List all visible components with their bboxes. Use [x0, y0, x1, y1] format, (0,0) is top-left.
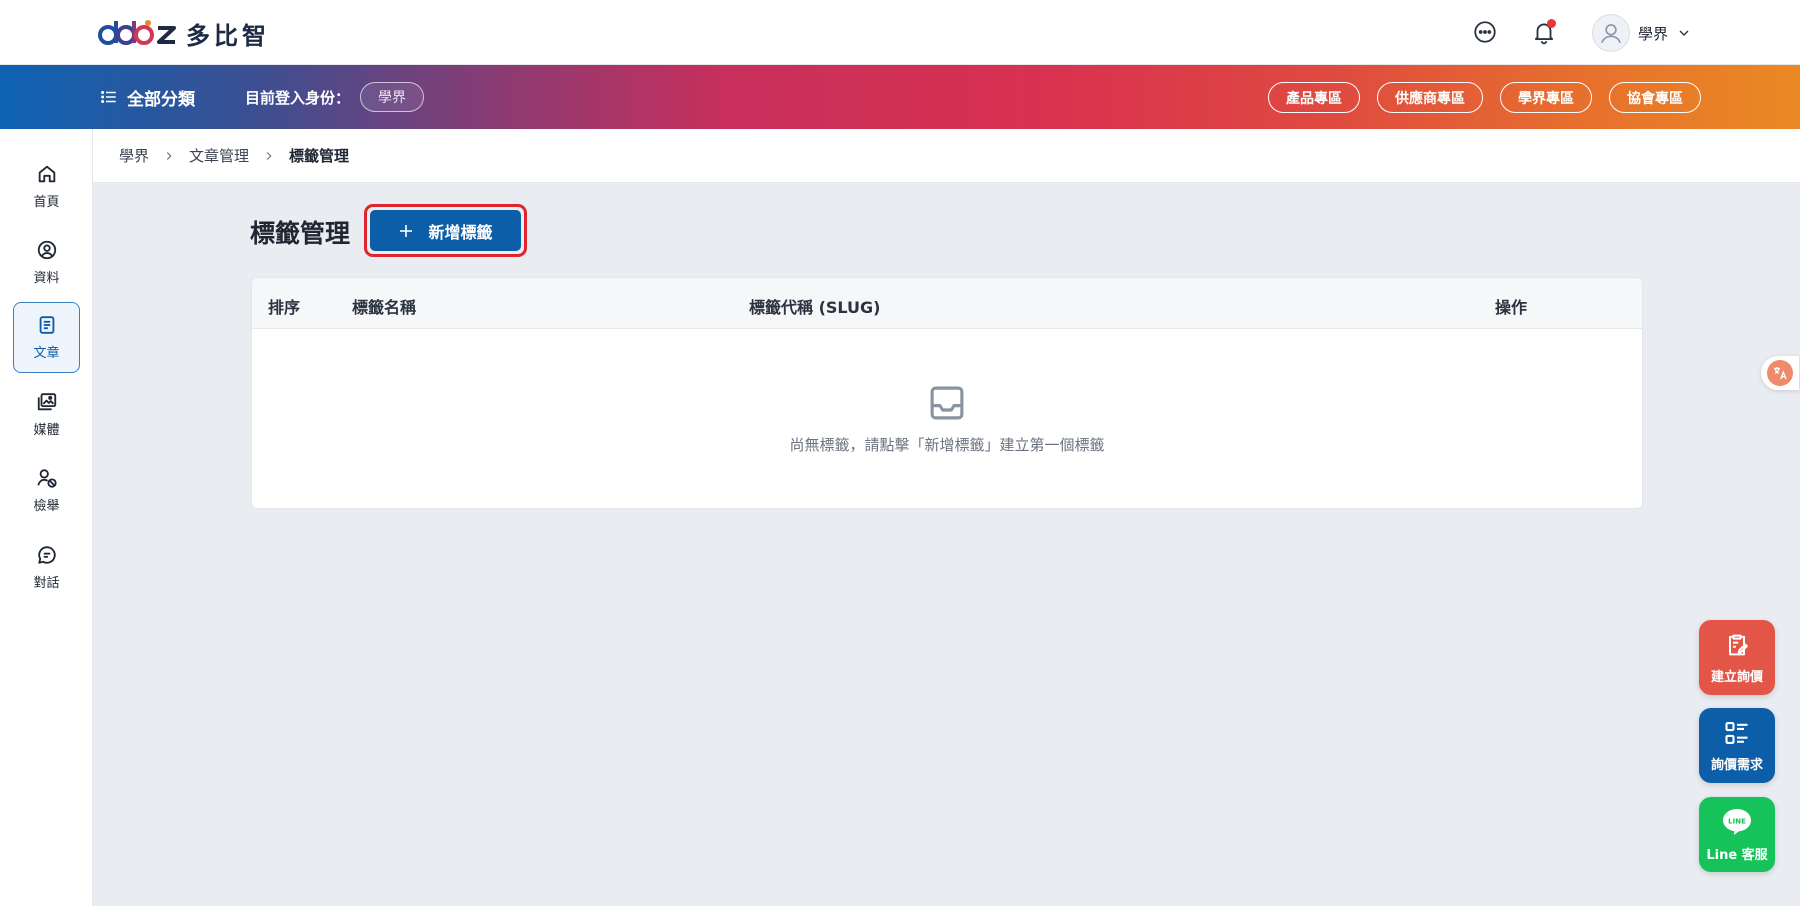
column-header-actions: 操作 [1495, 298, 1528, 317]
breadcrumb: 學界 文章管理 標籤管理 [93, 129, 1800, 183]
inquiry-needs-label: 詢價需求 [1710, 757, 1763, 773]
sidebar: 首頁 資料 文章 媒體 檢舉 對話 [0, 129, 93, 906]
sidebar-item-media[interactable]: 媒體 [13, 379, 80, 450]
home-icon [38, 165, 55, 183]
empty-state: 尚無標籤，請點擊「新增標籤」建立第一個標籤 [252, 382, 1642, 455]
inbox-icon [930, 386, 964, 420]
translate-button[interactable] [1761, 356, 1799, 390]
all-categories-label: 全部分類 [127, 89, 195, 110]
sidebar-item-label: 文章 [33, 346, 60, 361]
notification-dot [1547, 19, 1556, 28]
all-categories-button[interactable]: 全部分類 [100, 85, 195, 110]
sidebar-item-articles[interactable]: 文章 [13, 302, 80, 373]
user-avatar-icon [1601, 24, 1621, 44]
sidebar-item-profile[interactable]: 資料 [13, 227, 80, 298]
role-badge: 學界 [360, 82, 425, 112]
sidebar-item-label: 首頁 [33, 195, 60, 210]
line-support-button[interactable]: LINE Line 客服 [1699, 797, 1775, 872]
notifications-button[interactable] [1530, 18, 1558, 46]
zone-associations-button[interactable]: 協會專區 [1609, 82, 1701, 113]
column-header-slug: 標籤代稱 (SLUG) [749, 298, 881, 317]
add-tag-button-highlight: 新增標籤 [364, 204, 527, 257]
zone-products-button[interactable]: 產品專區 [1268, 82, 1360, 113]
user-block-icon [36, 469, 57, 488]
tags-table: 排序 標籤名稱 標籤代稱 (SLUG) 操作 尚無標籤，請點擊「新增標籤」建立第… [251, 277, 1643, 509]
messages-button[interactable] [1471, 18, 1499, 46]
zone-academia-button[interactable]: 學界專區 [1500, 82, 1592, 113]
sidebar-item-reports[interactable]: 檢舉 [13, 455, 80, 526]
empty-state-text: 尚無標籤，請點擊「新增標籤」建立第一個標籤 [789, 436, 1105, 454]
zone-suppliers-button[interactable]: 供應商專區 [1377, 82, 1483, 113]
category-nav-bar: 全部分類 目前登入身份： 學界 產品專區 供應商專區 學界專區 協會專區 [0, 65, 1800, 129]
list-menu-icon [101, 91, 116, 103]
svg-text:LINE: LINE [1728, 817, 1746, 825]
chat-bubble-icon [1474, 21, 1496, 43]
inquiry-needs-button[interactable]: 詢價需求 [1699, 708, 1775, 783]
table-header: 排序 標籤名稱 標籤代稱 (SLUG) 操作 [252, 278, 1642, 329]
chevron-down-icon [1679, 30, 1689, 36]
top-header: 多比智 學界 [0, 0, 1800, 65]
sidebar-item-conversations[interactable]: 對話 [13, 532, 80, 603]
sidebar-item-home[interactable]: 首頁 [13, 151, 80, 222]
line-chat-icon: LINE [1723, 808, 1751, 835]
line-support-label: Line 客服 [1706, 847, 1768, 863]
user-name: 學界 [1638, 24, 1669, 43]
clipboard-edit-icon [1729, 634, 1748, 655]
sidebar-item-label: 媒體 [33, 423, 60, 438]
login-identity-label: 目前登入身份： [245, 88, 351, 107]
user-menu[interactable]: 學界 [1592, 14, 1692, 52]
user-circle-icon [37, 240, 56, 260]
chevron-right-icon [262, 149, 276, 163]
images-icon [37, 393, 56, 411]
logo-mark-icon [98, 17, 176, 49]
chevron-right-icon [162, 149, 176, 163]
document-icon [39, 316, 54, 334]
sidebar-item-label: 對話 [33, 576, 60, 591]
translate-icon [1767, 360, 1793, 386]
logo[interactable]: 多比智 [98, 14, 270, 52]
breadcrumb-item[interactable]: 學界 [119, 145, 149, 166]
add-tag-button-label: 新增標籤 [428, 222, 493, 242]
list-grid-icon [1725, 721, 1748, 744]
logo-text: 多比智 [186, 21, 270, 50]
create-inquiry-button[interactable]: 建立詢價 [1699, 620, 1775, 695]
column-header-order: 排序 [268, 298, 301, 317]
breadcrumb-current: 標籤管理 [289, 147, 350, 165]
create-inquiry-label: 建立詢價 [1710, 669, 1763, 685]
avatar [1592, 14, 1630, 52]
column-header-name: 標籤名稱 [352, 298, 417, 317]
add-tag-button[interactable]: 新增標籤 [370, 210, 521, 251]
plus-icon [400, 224, 413, 237]
chat-icon [37, 546, 56, 564]
page-title: 標籤管理 [250, 219, 351, 248]
sidebar-item-label: 檢舉 [33, 499, 60, 514]
breadcrumb-item[interactable]: 文章管理 [189, 145, 249, 166]
sidebar-item-label: 資料 [33, 271, 60, 286]
